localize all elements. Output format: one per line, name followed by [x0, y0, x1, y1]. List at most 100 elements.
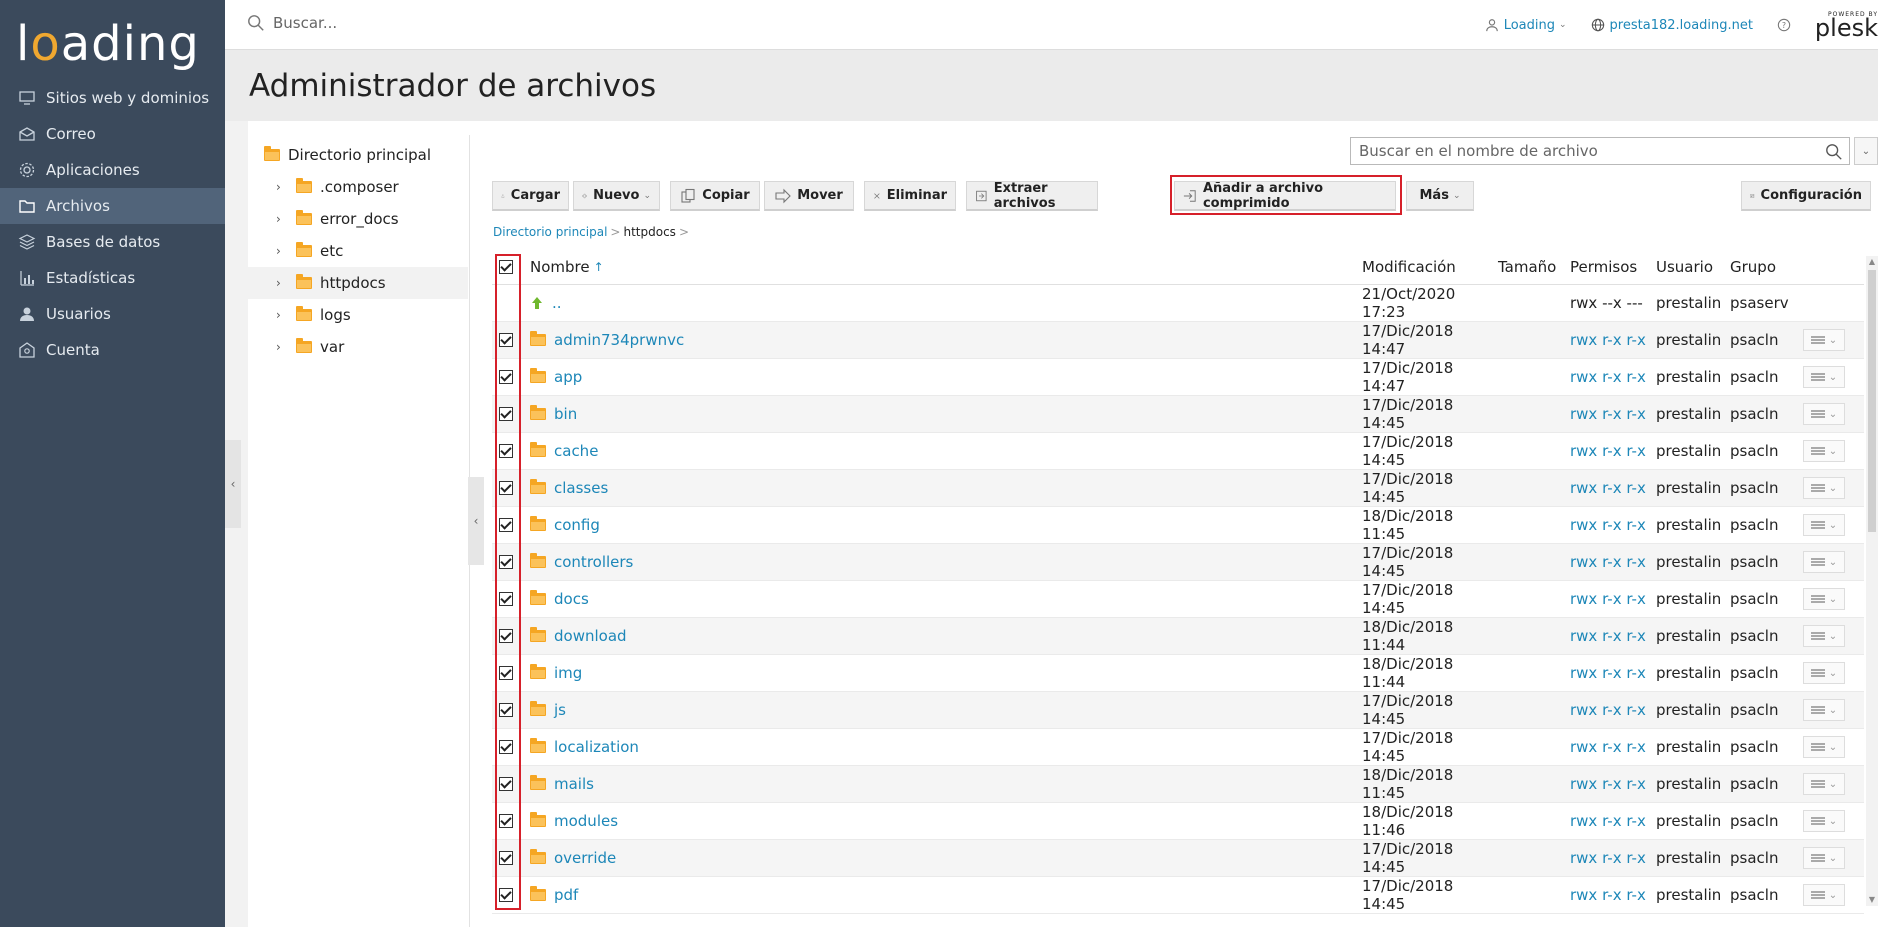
sidebar-item-usuarios[interactable]: Usuarios	[0, 296, 225, 332]
perms-link[interactable]: rwx r-x r-x	[1570, 516, 1656, 534]
sidebar-item-correo[interactable]: Correo	[0, 116, 225, 152]
file-name-link[interactable]: mails	[554, 775, 594, 793]
perms-link[interactable]: rwx r-x r-x	[1570, 479, 1656, 497]
file-name-cell[interactable]: admin734prwnvc	[520, 331, 1362, 349]
file-name-cell[interactable]: controllers	[520, 553, 1362, 571]
parent-name-cell[interactable]: ..	[520, 294, 1362, 312]
tree-item[interactable]: › error_docs	[248, 203, 468, 235]
sidebar-collapse-handle[interactable]: ‹	[225, 440, 241, 528]
tree-item[interactable]: › var	[248, 331, 468, 363]
tree-collapse-handle[interactable]: ‹	[468, 477, 484, 565]
file-name-link[interactable]: classes	[554, 479, 608, 497]
file-name-cell[interactable]: mails	[520, 775, 1362, 793]
file-name-link[interactable]: modules	[554, 812, 618, 830]
file-name-cell[interactable]: app	[520, 368, 1362, 386]
row-menu-button[interactable]: ⌄	[1803, 662, 1845, 684]
perms-link[interactable]: rwx r-x r-x	[1570, 627, 1656, 645]
row-menu-button[interactable]: ⌄	[1803, 699, 1845, 721]
table-row[interactable]: controllers 17/Dic/2018 14:45 rwx r-x r-x p…	[492, 544, 1864, 581]
file-name-cell[interactable]: localization	[520, 738, 1362, 756]
sidebar-item-sitios-web-y-dominios[interactable]: Sitios web y dominios	[0, 80, 225, 116]
table-row[interactable]: mails 18/Dic/2018 11:45 rwx r-x r-x prestal…	[492, 766, 1864, 803]
table-row[interactable]: docs 17/Dic/2018 14:45 rwx r-x r-x prestali…	[492, 581, 1864, 618]
perms-link[interactable]: rwx r-x r-x	[1570, 368, 1656, 386]
sidebar-item-cuenta[interactable]: Cuenta	[0, 332, 225, 368]
help-button[interactable]: ?	[1777, 18, 1796, 32]
move-button[interactable]: Mover	[764, 181, 854, 211]
perms-link[interactable]: rwx r-x r-x	[1570, 664, 1656, 682]
delete-button[interactable]: Eliminar	[864, 181, 956, 211]
row-menu-button[interactable]: ⌄	[1803, 884, 1845, 906]
sidebar-item-aplicaciones[interactable]: Aplicaciones	[0, 152, 225, 188]
table-row[interactable]: img 18/Dic/2018 11:44 rwx r-x r-x prestalin…	[492, 655, 1864, 692]
domain-link[interactable]: presta182.loading.net	[1591, 18, 1753, 33]
user-menu[interactable]: Loading ⌄	[1485, 18, 1567, 33]
chevron-right-icon[interactable]: ›	[276, 276, 290, 290]
table-row[interactable]: cache 17/Dic/2018 14:45 rwx r-x r-x prestal…	[492, 433, 1864, 470]
extract-button[interactable]: Extraer archivos	[966, 181, 1098, 211]
table-row[interactable]: classes 17/Dic/2018 14:45 rwx r-x r-x prest…	[492, 470, 1864, 507]
tree-item[interactable]: › etc	[248, 235, 468, 267]
table-row[interactable]: pdf 17/Dic/2018 14:45 rwx r-x r-x prestalin…	[492, 877, 1864, 914]
breadcrumb-root[interactable]: Directorio principal	[493, 225, 607, 239]
chevron-right-icon[interactable]: ›	[276, 308, 290, 322]
row-menu-button[interactable]: ⌄	[1803, 403, 1845, 425]
file-name-cell[interactable]: override	[520, 849, 1362, 867]
file-name-link[interactable]: js	[554, 701, 566, 719]
tree-item[interactable]: › .composer	[248, 171, 468, 203]
scroll-up-icon[interactable]: ▲	[1866, 256, 1878, 268]
brand-logo[interactable]: loading	[16, 14, 200, 74]
table-row[interactable]: download 18/Dic/2018 11:44 rwx r-x r-x pres…	[492, 618, 1864, 655]
perms-link[interactable]: rwx r-x r-x	[1570, 738, 1656, 756]
sidebar-item-estad-sticas[interactable]: Estadísticas	[0, 260, 225, 296]
file-name-link[interactable]: admin734prwnvc	[554, 331, 684, 349]
header-name[interactable]: Nombre ↑	[520, 258, 1362, 276]
file-name-link[interactable]: controllers	[554, 553, 633, 571]
file-name-link[interactable]: localization	[554, 738, 639, 756]
file-name-cell[interactable]: js	[520, 701, 1362, 719]
scroll-down-icon[interactable]: ▼	[1866, 894, 1878, 906]
row-menu-button[interactable]: ⌄	[1803, 329, 1845, 351]
table-row[interactable]: override 17/Dic/2018 14:45 rwx r-x r-x pres…	[492, 840, 1864, 877]
perms-link[interactable]: rwx r-x r-x	[1570, 331, 1656, 349]
tree-item[interactable]: › logs	[248, 299, 468, 331]
perms-link[interactable]: rwx r-x r-x	[1570, 812, 1656, 830]
chevron-right-icon[interactable]: ›	[276, 180, 290, 194]
copy-button[interactable]: Copiar	[670, 181, 760, 211]
row-menu-button[interactable]: ⌄	[1803, 736, 1845, 758]
file-name-link[interactable]: docs	[554, 590, 589, 608]
file-name-cell[interactable]: modules	[520, 812, 1362, 830]
table-scrollbar[interactable]: ▲ ▼	[1866, 256, 1878, 906]
tree-root[interactable]: Directorio principal	[248, 139, 468, 171]
table-row[interactable]: modules 18/Dic/2018 11:46 rwx r-x r-x prest…	[492, 803, 1864, 840]
file-name-link[interactable]: app	[554, 368, 582, 386]
file-name-cell[interactable]: bin	[520, 405, 1362, 423]
perms-link[interactable]: rwx r-x r-x	[1570, 775, 1656, 793]
upload-button[interactable]: Cargar	[492, 181, 569, 211]
file-name-cell[interactable]: pdf	[520, 886, 1362, 904]
table-row[interactable]: bin 17/Dic/2018 14:45 rwx r-x r-x prestalin…	[492, 396, 1864, 433]
file-name-cell[interactable]: cache	[520, 442, 1362, 460]
row-menu-button[interactable]: ⌄	[1803, 366, 1845, 388]
row-menu-button[interactable]: ⌄	[1803, 773, 1845, 795]
perms-link[interactable]: rwx r-x r-x	[1570, 886, 1656, 904]
perms-link[interactable]: rwx r-x r-x	[1570, 442, 1656, 460]
table-row[interactable]: app 17/Dic/2018 14:47 rwx r-x r-x prestalin…	[492, 359, 1864, 396]
perms-link[interactable]: rwx r-x r-x	[1570, 553, 1656, 571]
table-row[interactable]: admin734prwnvc 17/Dic/2018 14:47 rwx r-x r…	[492, 322, 1864, 359]
file-name-link[interactable]: cache	[554, 442, 598, 460]
tree-item[interactable]: › httpdocs	[248, 267, 468, 299]
chevron-right-icon[interactable]: ›	[276, 340, 290, 354]
table-row[interactable]: config 18/Dic/2018 11:45 rwx r-x r-x presta…	[492, 507, 1864, 544]
chevron-right-icon[interactable]: ›	[276, 244, 290, 258]
row-menu-button[interactable]: ⌄	[1803, 477, 1845, 499]
file-name-cell[interactable]: docs	[520, 590, 1362, 608]
row-menu-button[interactable]: ⌄	[1803, 625, 1845, 647]
file-name-link[interactable]: download	[554, 627, 627, 645]
file-name-cell[interactable]: img	[520, 664, 1362, 682]
file-name-link[interactable]: img	[554, 664, 582, 682]
sidebar-item-archivos[interactable]: Archivos	[0, 188, 225, 224]
row-menu-button[interactable]: ⌄	[1803, 588, 1845, 610]
table-row[interactable]: js 17/Dic/2018 14:45 rwx r-x r-x prestalin p…	[492, 692, 1864, 729]
row-menu-button[interactable]: ⌄	[1803, 440, 1845, 462]
